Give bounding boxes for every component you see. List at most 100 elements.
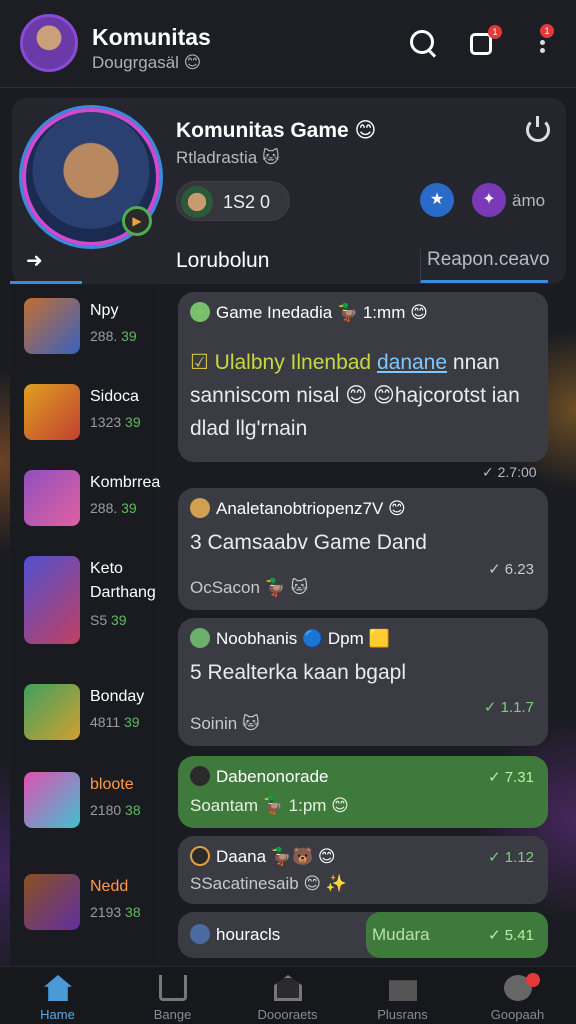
- post-time: ✓ 5.41: [488, 927, 534, 944]
- feed-post[interactable]: Noobhanis 🔵 Dpm 🟨 5 Realterka kaan bgapl…: [178, 618, 548, 746]
- member-stat-pill[interactable]: 1S2 0: [176, 181, 290, 221]
- game-sidebar: Npy 288. 39 Sidoca 1323 39 Kombrrea 288.…: [10, 286, 161, 966]
- sidebar-game-item[interactable]: Keto Darthang S5 39: [24, 556, 158, 646]
- post-time: ✓ 7.31: [488, 769, 534, 786]
- house-icon: [274, 975, 302, 1001]
- star-badge-icon[interactable]: ★: [420, 183, 454, 217]
- member-avatar: [181, 186, 213, 218]
- game-name: Npy: [90, 302, 119, 319]
- author-avatar: [190, 302, 210, 322]
- post-time: ✓ 1.12: [488, 849, 534, 866]
- sidebar-game-item[interactable]: bloote 2180 38: [24, 772, 158, 834]
- nav-label: Doooraets: [257, 1007, 318, 1022]
- community-subtitle: Rtladrastia 🐱: [176, 148, 280, 167]
- gem-badge-icon[interactable]: ✦: [472, 183, 506, 217]
- more-label[interactable]: ämo: [512, 191, 545, 211]
- feed-post[interactable]: Daana 🦆🐻 😊 SSacatinesaib 😊 ✨ ✓ 1.12: [178, 836, 548, 904]
- arrow-right-icon[interactable]: ➜: [26, 248, 43, 273]
- nav-messages[interactable]: Plusrans: [345, 967, 460, 1024]
- nav-label: Plusrans: [377, 1007, 428, 1022]
- sidebar-game-item[interactable]: Nedd 2193 38: [24, 874, 158, 936]
- game-count: 2193 38: [90, 904, 141, 920]
- post-footer: Soinin 🐱: [190, 714, 260, 733]
- more-menu-button[interactable]: 1: [530, 24, 554, 58]
- game-thumbnail: [24, 470, 80, 526]
- nav-label: Hame: [40, 1007, 75, 1022]
- game-name: bloote: [90, 776, 134, 793]
- page-subtitle: Dougrgasäl 😊: [92, 53, 202, 72]
- post-author: Noobhanis 🔵 Dpm 🟨: [190, 628, 390, 654]
- cart-icon: [159, 975, 187, 1001]
- search-icon[interactable]: [408, 28, 438, 58]
- nav-label: Goopaah: [490, 1007, 545, 1022]
- author-avatar: [190, 498, 210, 518]
- game-thumbnail: [24, 772, 80, 828]
- post-author: houracls: [190, 924, 280, 950]
- nav-shop[interactable]: Bange: [115, 967, 230, 1024]
- feed-post[interactable]: Analetanobtriopenz7V 😊 3 Camsaabv Game D…: [178, 488, 548, 610]
- post-author: Dabenonorade: [190, 766, 328, 792]
- top-bar: Komunitas Dougrgasäl 😊 1 1: [0, 0, 576, 88]
- game-thumbnail: [24, 556, 80, 644]
- tab-indicator: [10, 281, 82, 284]
- post-author: Daana 🦆🐻 😊: [190, 846, 336, 872]
- post-author: Game Inedadia 🦆 1:mm 😊: [190, 302, 428, 328]
- nav-events[interactable]: Doooraets: [230, 967, 345, 1024]
- profile-badge: [526, 973, 540, 987]
- notification-badge: 1: [488, 25, 502, 39]
- game-count: 4811 39: [90, 714, 140, 730]
- sidebar-game-item[interactable]: Sidoca 1323 39: [24, 384, 158, 446]
- member-stat-value: 1S2 0: [223, 192, 271, 212]
- game-thumbnail: [24, 298, 80, 354]
- sidebar-game-item[interactable]: Bonday 4811 39: [24, 684, 158, 746]
- post-footer: SSacatinesaib 😊 ✨: [190, 874, 348, 893]
- author-avatar: [190, 628, 210, 648]
- more-dot-icon: [540, 48, 545, 53]
- tab-main[interactable]: Lorubolun: [176, 249, 269, 273]
- author-avatar: [190, 766, 210, 786]
- author-avatar: [190, 846, 210, 866]
- more-badge: 1: [540, 24, 554, 38]
- tab-right[interactable]: Reapon.ceavo: [420, 249, 550, 283]
- game-name: Kombrrea: [90, 474, 161, 491]
- nav-profile[interactable]: Goopaah: [460, 967, 575, 1024]
- post-author: Analetanobtriopenz7V 😊: [190, 498, 406, 524]
- author-avatar: [190, 924, 210, 944]
- community-avatar[interactable]: [20, 14, 78, 72]
- feed-post[interactable]: houracls Mudara ✓ 5.41: [178, 912, 548, 958]
- power-icon[interactable]: [526, 116, 550, 142]
- post-footer: Soantam 🦆 1:pm 😊: [190, 796, 349, 815]
- game-name: Nedd: [90, 878, 129, 895]
- feed-post[interactable]: Dabenonorade Soantam 🦆 1:pm 😊 ✓ 7.31: [178, 756, 548, 828]
- game-count: 1323 39: [90, 414, 141, 430]
- post-footer: OcSacon 🦆 🐱: [190, 578, 309, 597]
- game-thumbnail: [24, 384, 80, 440]
- game-name: Keto: [90, 560, 123, 577]
- game-thumbnail: [24, 874, 80, 930]
- post-green-segment: Mudara ✓ 5.41: [366, 912, 548, 958]
- nav-home[interactable]: Hame: [0, 967, 115, 1024]
- play-icon[interactable]: ▶: [122, 206, 152, 236]
- game-count: 288. 39: [90, 500, 137, 516]
- sidebar-game-item[interactable]: Kombrrea 288. 39: [24, 470, 161, 532]
- game-count: S5 39: [90, 612, 127, 628]
- post-text: ☑ Ulalbny Ilnenbad danane nnan sanniscom…: [190, 351, 520, 440]
- community-title: Komunitas Game 😊: [176, 119, 377, 142]
- sidebar-game-item[interactable]: Npy 288. 39: [24, 298, 158, 360]
- bottom-navigation: Hame Bange Doooraets Plusrans Goopaah: [0, 966, 576, 1024]
- game-name: Bonday: [90, 688, 145, 705]
- notifications-button[interactable]: 1: [468, 25, 502, 58]
- nav-label: Bange: [153, 1007, 192, 1022]
- mail-icon: [389, 980, 417, 1001]
- game-name-line2: Darthang: [90, 584, 156, 601]
- feed-post[interactable]: Game Inedadia 🦆 1:mm 😊 ☑ Ulalbny Ilnenba…: [178, 292, 548, 462]
- post-time: ✓ 6.23: [488, 561, 534, 578]
- game-thumbnail: [24, 684, 80, 740]
- game-count: 2180 38: [90, 802, 141, 818]
- game-count: 288. 39: [90, 328, 137, 344]
- post-green-label: Mudara: [372, 925, 430, 944]
- post-text: 3 Camsaabv Game Dand: [190, 531, 427, 554]
- game-name: Sidoca: [90, 388, 139, 405]
- post-text: 5 Realterka kaan bgapl: [190, 661, 406, 684]
- post-time: ✓ 2.7:00: [482, 464, 537, 480]
